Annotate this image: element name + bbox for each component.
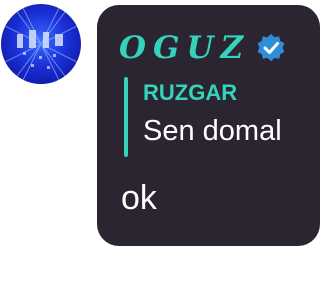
message-bubble[interactable]: OGUZ RUZGAR Sen domal ok bbox=[97, 5, 320, 246]
verified-badge-icon bbox=[256, 33, 286, 63]
reply-sender-name[interactable]: RUZGAR bbox=[143, 82, 237, 104]
user-avatar-icon bbox=[1, 4, 81, 84]
reply-quote-bar bbox=[124, 77, 128, 157]
message-text: ok bbox=[121, 179, 157, 217]
message-header: OGUZ bbox=[119, 31, 286, 65]
sender-name[interactable]: OGUZ bbox=[119, 32, 250, 64]
reply-quote-text[interactable]: Sen domal bbox=[143, 117, 282, 146]
avatar[interactable] bbox=[1, 4, 81, 84]
